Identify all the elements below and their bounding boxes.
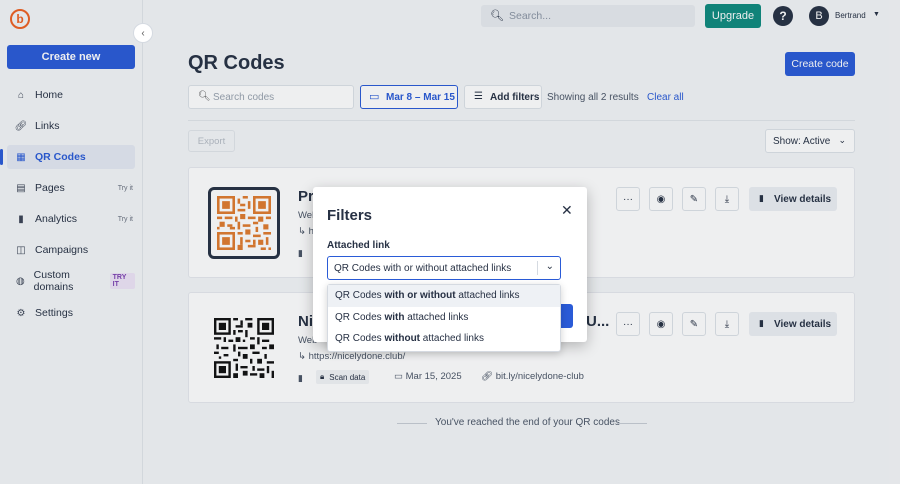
attached-link-options: QR Codes with or without attached links … bbox=[327, 284, 561, 352]
select-separator bbox=[537, 261, 538, 275]
modal-title: Filters bbox=[327, 207, 373, 224]
option-prefix: QR Codes bbox=[335, 311, 382, 323]
selected-value: QR Codes with or without attached links bbox=[334, 262, 512, 274]
option-emphasis: with or without bbox=[384, 290, 456, 302]
collapse-sidebar-button[interactable]: ‹ bbox=[133, 23, 153, 43]
chevron-down-icon[interactable]: ⌄ bbox=[546, 261, 554, 272]
option-prefix: QR Codes bbox=[335, 290, 382, 302]
option-with[interactable]: QR Codes with attached links bbox=[328, 307, 560, 329]
option-with-or-without[interactable]: QR Codes with or without attached links bbox=[328, 285, 560, 307]
close-icon[interactable]: ✕ bbox=[561, 202, 573, 219]
option-emphasis: without bbox=[384, 333, 421, 345]
attached-link-label: Attached link bbox=[327, 240, 390, 251]
option-suffix: attached links bbox=[422, 333, 484, 345]
option-suffix: attached links bbox=[458, 290, 520, 302]
option-suffix: attached links bbox=[407, 311, 469, 323]
option-without[interactable]: QR Codes without attached links bbox=[328, 328, 560, 350]
attached-link-select[interactable]: QR Codes with or without attached links … bbox=[327, 256, 561, 280]
option-emphasis: with bbox=[384, 311, 405, 323]
chevron-left-icon: ‹ bbox=[141, 27, 145, 39]
option-prefix: QR Codes bbox=[335, 333, 382, 345]
